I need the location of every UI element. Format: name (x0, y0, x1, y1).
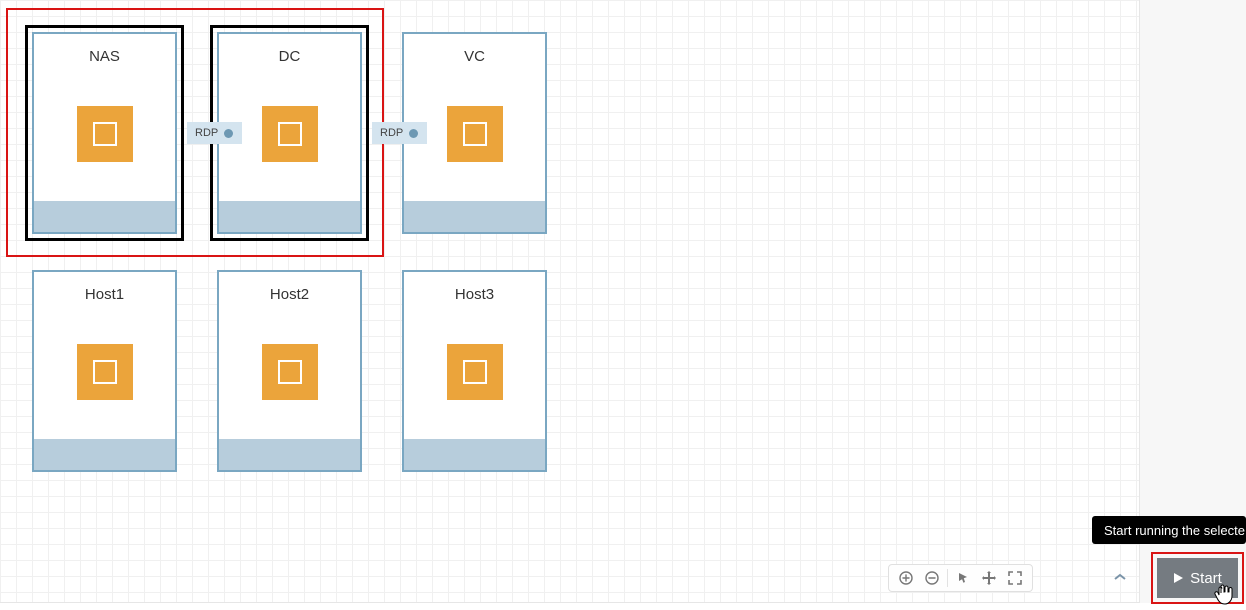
start-button[interactable]: Start (1157, 558, 1238, 598)
node-label: DC (219, 34, 360, 65)
pointer-icon (956, 571, 970, 585)
zoom-out-button[interactable] (919, 566, 945, 590)
vm-icon (262, 344, 318, 400)
connection-label: RDP (195, 127, 218, 139)
minus-icon (925, 571, 939, 585)
node-footer (34, 439, 175, 470)
expand-panel-button[interactable] (1112, 570, 1128, 584)
start-button-label: Start (1190, 570, 1222, 587)
chevron-up-icon (1114, 573, 1126, 581)
node-footer (219, 201, 360, 232)
move-icon (981, 570, 997, 586)
diagram-editor: NAS DC VC RDP RDP Host1 Host2 Host3 (0, 0, 1246, 610)
node-host3[interactable]: Host3 (402, 270, 547, 472)
node-host2[interactable]: Host2 (217, 270, 362, 472)
toolbar-separator (947, 569, 948, 587)
node-label: Host2 (219, 272, 360, 303)
play-icon (1173, 572, 1184, 584)
vm-icon (447, 344, 503, 400)
vm-icon (447, 106, 503, 162)
zoom-in-button[interactable] (893, 566, 919, 590)
connection-rdp[interactable]: RDP (187, 122, 242, 144)
node-footer (404, 439, 545, 470)
view-toolbar (888, 564, 1033, 592)
node-label: Host1 (34, 272, 175, 303)
status-dot-icon (409, 129, 418, 138)
status-dot-icon (224, 129, 233, 138)
node-label: NAS (34, 34, 175, 65)
tooltip-text: Start running the selecte (1104, 523, 1245, 538)
node-footer (404, 201, 545, 232)
node-footer (34, 201, 175, 232)
vm-icon (77, 344, 133, 400)
fit-screen-button[interactable] (1002, 566, 1028, 590)
pointer-tool-button[interactable] (950, 566, 976, 590)
expand-icon (1008, 571, 1022, 585)
pan-tool-button[interactable] (976, 566, 1002, 590)
node-host1[interactable]: Host1 (32, 270, 177, 472)
connection-rdp[interactable]: RDP (372, 122, 427, 144)
side-panel (1140, 0, 1246, 603)
node-label: Host3 (404, 272, 545, 303)
connection-label: RDP (380, 127, 403, 139)
vm-icon (262, 106, 318, 162)
plus-icon (899, 571, 913, 585)
node-footer (219, 439, 360, 470)
node-label: VC (404, 34, 545, 65)
vm-icon (77, 106, 133, 162)
tooltip: Start running the selecte (1092, 516, 1246, 544)
node-nas[interactable]: NAS (32, 32, 177, 234)
